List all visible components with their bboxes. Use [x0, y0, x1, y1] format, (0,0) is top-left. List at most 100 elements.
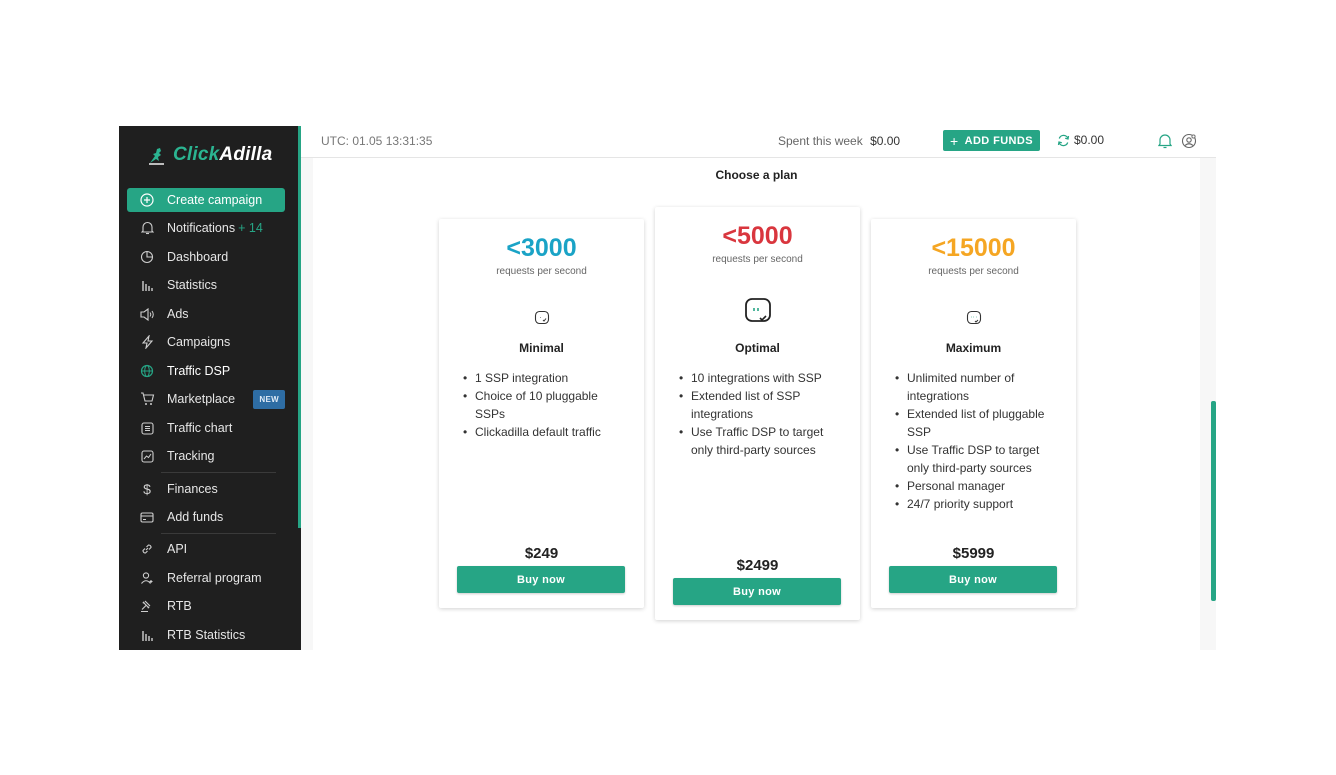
cart-icon [139, 391, 155, 407]
sidebar-item-marketplace[interactable]: Marketplace NEW [127, 387, 285, 411]
bar-chart-icon [139, 277, 155, 293]
plan-feature: Unlimited number of integrations [895, 369, 1062, 405]
create-campaign-button[interactable]: Create campaign [127, 188, 285, 212]
lightning-icon [139, 334, 155, 350]
plan-features: Unlimited number of integrations Extende… [895, 369, 1062, 513]
nav-label: Traffic DSP [167, 364, 231, 378]
balance[interactable]: $0.00 [1057, 133, 1104, 147]
sidebar-item-dashboard[interactable]: Dashboard [127, 245, 285, 269]
plan-feature: Extended list of SSP integrations [679, 387, 846, 423]
sidebar-item-traffic-chart[interactable]: Traffic chart [127, 416, 285, 440]
nav-label: API [167, 542, 188, 556]
sidebar-item-rtb[interactable]: RTB [127, 594, 285, 618]
plan-feature: Clickadilla default traffic [463, 423, 630, 441]
nav-label: Traffic chart [167, 421, 233, 435]
sidebar-item-traffic-dsp[interactable]: Traffic DSP [127, 359, 285, 383]
plan-name: Maximum [945, 341, 1002, 355]
sidebar-item-ads[interactable]: Ads [127, 302, 285, 326]
page-scrollbar[interactable] [1211, 401, 1216, 601]
sidebar-item-tracking[interactable]: Tracking [127, 444, 285, 468]
sidebar-item-finances[interactable]: $ Finances [127, 477, 285, 501]
chat-bubble-icon [534, 310, 549, 325]
nav-label: Notifications [167, 221, 236, 235]
plan-feature: 10 integrations with SSP [679, 369, 846, 387]
balance-value: $0.00 [1074, 133, 1105, 147]
plan-feature: Personal manager [895, 477, 1062, 495]
plan-card-maximum: <15000 requests per second Maximum Unlim… [871, 219, 1076, 608]
sidebar-item-statistics[interactable]: Statistics [127, 273, 285, 297]
megaphone-icon [139, 306, 155, 322]
new-badge: NEW [253, 390, 285, 409]
spent-value: $0.00 [870, 134, 901, 148]
nav-label: Referral program [167, 571, 262, 585]
plan-feature: 1 SSP integration [463, 369, 630, 387]
utc-clock: UTC: 01.05 13:31:35 [321, 134, 433, 148]
bell-icon [139, 220, 155, 236]
plan-name: Optimal [735, 341, 780, 355]
globe-icon [139, 363, 155, 379]
chat-bubble-icon [966, 310, 981, 325]
bar-chart-icon [139, 627, 155, 643]
user-plus-icon [139, 570, 155, 586]
nav-label: Create campaign [167, 193, 263, 207]
logo-text: ClickAdilla [173, 144, 273, 165]
sidebar-scrollbar[interactable] [298, 126, 301, 528]
plan-features: 10 integrations with SSP Extended list o… [679, 369, 846, 459]
app-window: ClickAdilla Create campaign Notification… [119, 126, 1216, 650]
link-icon [139, 541, 155, 557]
gavel-icon [139, 598, 155, 614]
sidebar-item-campaigns[interactable]: Campaigns [127, 330, 285, 354]
pie-chart-icon [139, 249, 155, 265]
sidebar-item-rtb-statistics[interactable]: RTB Statistics [127, 623, 285, 647]
sidebar-item-notifications[interactable]: Notifications + 14 [127, 216, 285, 240]
plan-feature: Use Traffic DSP to target only third-par… [679, 423, 846, 459]
nav-label: RTB [167, 599, 192, 613]
plan-rps-subtitle: requests per second [496, 266, 587, 277]
logo[interactable]: ClickAdilla [147, 143, 272, 167]
spent-label: Spent this week [778, 134, 863, 148]
buy-now-button[interactable]: Buy now [457, 566, 625, 593]
plan-price: $5999 [952, 545, 995, 562]
plan-rps-subtitle: requests per second [712, 254, 803, 265]
page-title: Choose a plan [715, 168, 798, 182]
nav-label: RTB Statistics [167, 628, 246, 642]
plan-rps: <5000 [722, 222, 793, 250]
notification-bell-icon[interactable] [1158, 133, 1172, 149]
plan-feature: Use Traffic DSP to target only third-par… [895, 441, 1062, 477]
plan-features: 1 SSP integration Choice of 10 pluggable… [463, 369, 630, 441]
plans-section: Choose a plan <3000 requests per second … [313, 158, 1200, 650]
plan-rps: <3000 [506, 234, 577, 262]
plan-name: Minimal [519, 341, 564, 355]
add-funds-button[interactable]: + ADD FUNDS [943, 130, 1040, 151]
chat-bubble-icon [744, 298, 771, 322]
nav-label: Tracking [167, 449, 215, 463]
plan-rps: <15000 [931, 234, 1016, 262]
sidebar-item-referral-program[interactable]: Referral program [127, 566, 285, 590]
nav-label: Marketplace [167, 392, 236, 406]
notification-count: + 14 [238, 221, 263, 235]
nav-label: Statistics [167, 278, 218, 292]
dollar-icon: $ [143, 481, 151, 497]
sidebar-divider [161, 472, 276, 473]
list-icon [139, 420, 155, 436]
sidebar-item-add-funds[interactable]: Add funds [127, 505, 285, 529]
plan-feature: Choice of 10 pluggable SSPs [463, 387, 630, 423]
spent-this-week: Spent this week $0.00 [778, 134, 900, 148]
plan-price: $2499 [736, 557, 779, 574]
buy-now-button[interactable]: Buy now [889, 566, 1057, 593]
nav-label: Dashboard [167, 250, 229, 264]
nav-label: Add funds [167, 510, 224, 524]
card-icon [139, 509, 155, 525]
plus-icon: + [950, 132, 959, 149]
nav-label: Ads [167, 307, 189, 321]
user-profile-icon[interactable] [1181, 133, 1197, 149]
buy-now-button[interactable]: Buy now [673, 578, 841, 605]
sidebar-item-api[interactable]: API [127, 537, 285, 561]
plus-circle-icon [139, 192, 155, 208]
trend-icon [139, 448, 155, 464]
plan-card-minimal: <3000 requests per second Minimal 1 SSP … [439, 219, 644, 608]
nav-label: Campaigns [167, 335, 231, 349]
plan-card-optimal: <5000 requests per second Optimal 10 int… [655, 207, 860, 620]
plan-feature: 24/7 priority support [895, 495, 1062, 513]
plan-feature: Extended list of pluggable SSP [895, 405, 1062, 441]
